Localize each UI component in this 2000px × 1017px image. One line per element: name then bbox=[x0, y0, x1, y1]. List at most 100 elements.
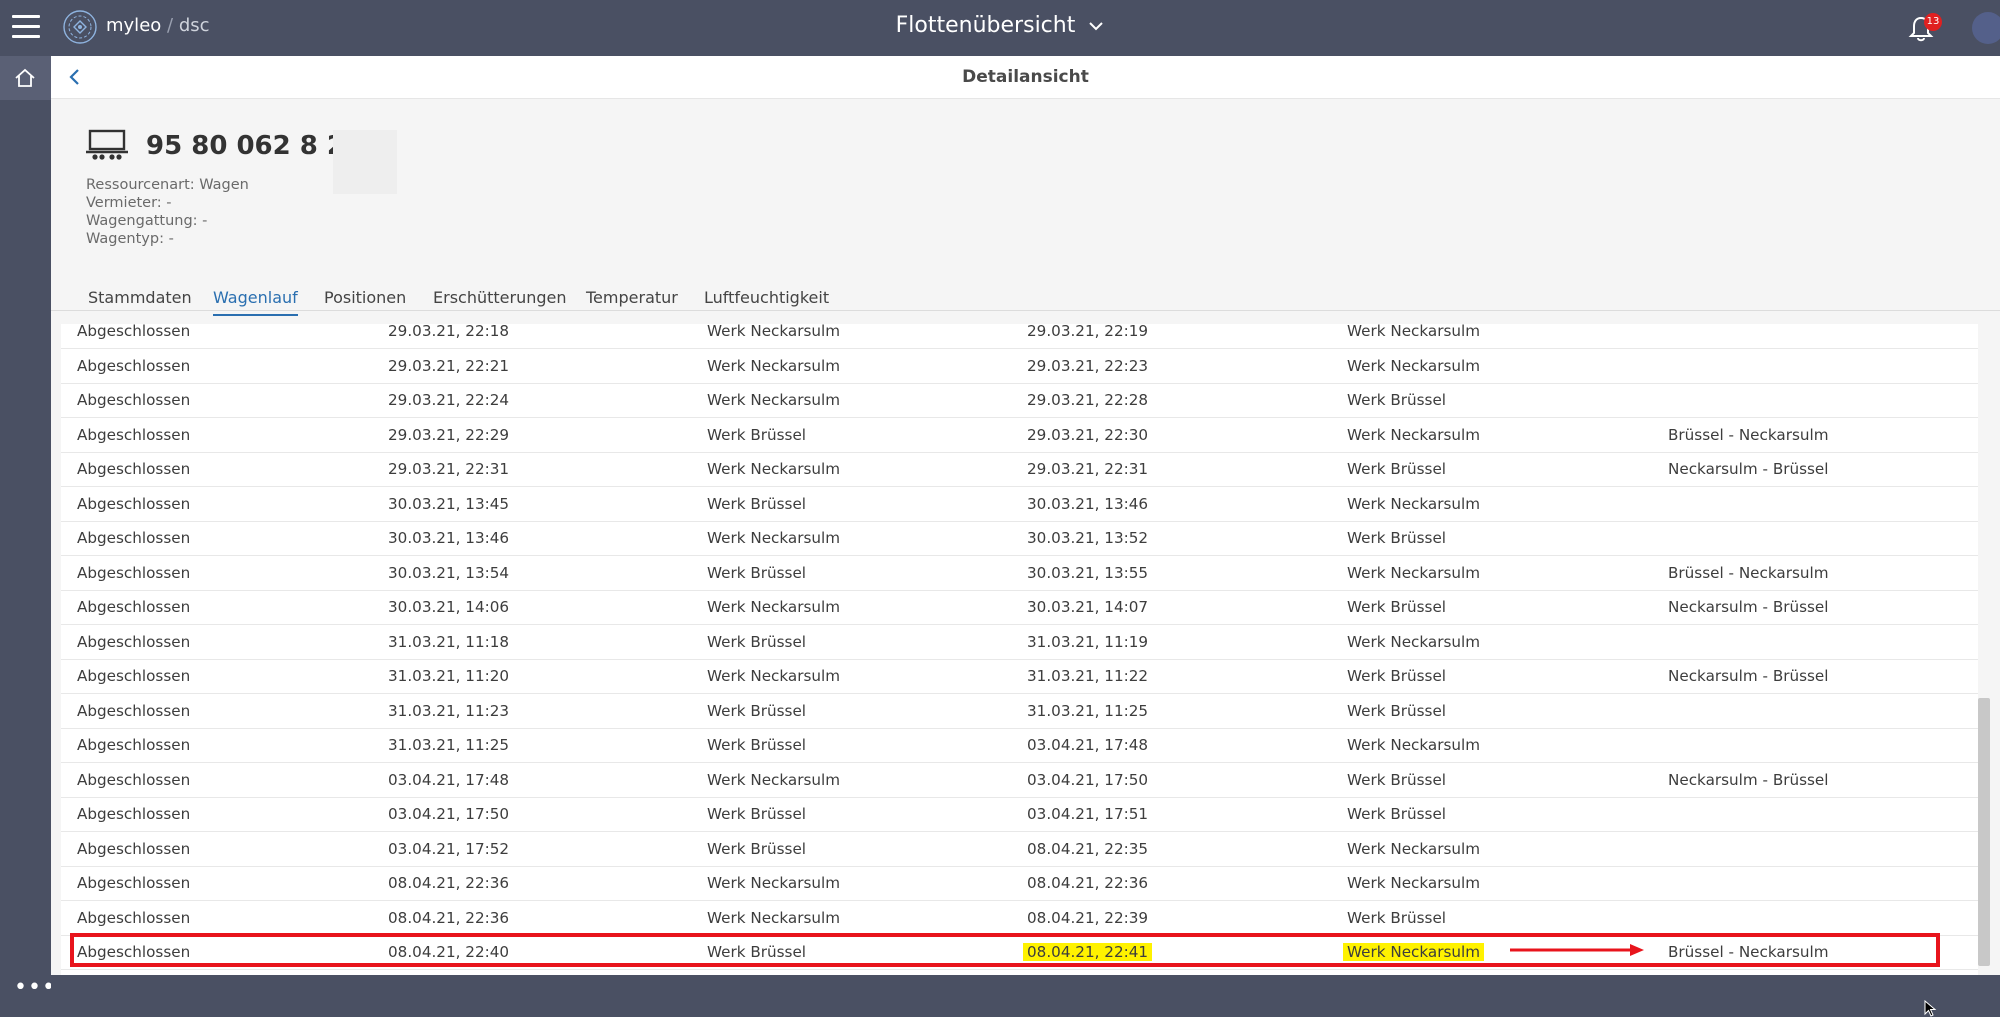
more-dots-icon[interactable]: ••• bbox=[14, 975, 56, 1000]
status-cell: Abgeschlossen bbox=[77, 667, 191, 685]
myleo-logo-icon[interactable] bbox=[62, 9, 98, 45]
end-time-cell: 29.03.21, 22:28 bbox=[1027, 391, 1149, 409]
resource-image-placeholder bbox=[333, 130, 397, 194]
end-location-cell: Werk Neckarsulm bbox=[1347, 736, 1481, 754]
table-scrollbar[interactable] bbox=[1978, 698, 1990, 966]
start-time-cell: 08.04.21, 22:40 bbox=[388, 943, 510, 961]
route-cell: Neckarsulm - Brüssel bbox=[1668, 598, 1829, 616]
end-location-cell: Werk Brüssel bbox=[1347, 529, 1447, 547]
brand: myleo / dsc bbox=[106, 15, 210, 36]
end-time-cell: 08.04.21, 22:35 bbox=[1027, 839, 1149, 858]
tab-stammdaten[interactable]: Stammdaten bbox=[88, 288, 192, 314]
end-location-cell: Werk Neckarsulm bbox=[1347, 324, 1481, 340]
start-location-cell: Werk Neckarsulm bbox=[707, 460, 841, 478]
chevron-down-icon bbox=[1089, 22, 1104, 31]
start-time-cell: 31.03.21, 11:23 bbox=[388, 701, 510, 720]
table-row[interactable]: Abgeschlossen 03.04.21, 17:48 Werk Neckars… bbox=[61, 763, 1978, 798]
status-cell: Abgeschlossen bbox=[77, 908, 191, 927]
brand-product: dsc bbox=[178, 15, 210, 36]
tab-temperatur[interactable]: Temperatur bbox=[586, 288, 678, 314]
status-cell: Abgeschlossen bbox=[77, 839, 191, 858]
brand-separator: / bbox=[167, 15, 174, 36]
start-time-cell: 08.04.21, 22:36 bbox=[388, 874, 510, 892]
start-time-cell: 29.03.21, 22:18 bbox=[388, 324, 510, 340]
hamburger-icon[interactable] bbox=[12, 15, 40, 39]
table-row[interactable]: Abgeschlossen 29.03.21, 22:31 Werk Neckars… bbox=[61, 452, 1978, 487]
tab-wagenlauf[interactable]: Wagenlauf bbox=[213, 288, 298, 316]
notification-badge: 13 bbox=[1924, 13, 1942, 31]
wagenlauf-table: Abgeschlossen 29.03.21, 22:18 Werk Neckars… bbox=[61, 324, 1978, 975]
end-location-cell: Werk Brüssel bbox=[1347, 805, 1447, 823]
table-row[interactable]: Abgeschlossen 03.04.21, 17:52 Werk Brüssel… bbox=[61, 832, 1978, 867]
end-location-cell: Werk Neckarsulm bbox=[1347, 874, 1481, 892]
end-location-cell: Werk Neckarsulm bbox=[1347, 356, 1481, 375]
table-row[interactable]: Abgeschlossen 31.03.21, 11:20 Werk Neckars… bbox=[61, 659, 1978, 694]
end-location-cell: Werk Neckarsulm bbox=[1347, 425, 1481, 444]
start-time-cell: 30.03.21, 13:45 bbox=[388, 494, 510, 513]
end-location-cell: Werk Neckarsulm bbox=[1343, 943, 1485, 961]
route-cell: Brüssel - Neckarsulm bbox=[1668, 425, 1829, 444]
resource-meta: Ressourcenart: Wagen Vermieter: - Wageng… bbox=[86, 176, 249, 248]
tab-erschuetterungen[interactable]: Erschütterungen bbox=[433, 288, 567, 314]
table-row[interactable]: Abgeschlossen 29.03.21, 22:24 Werk Neckars… bbox=[61, 383, 1978, 418]
route-cell: Neckarsulm - Brüssel bbox=[1668, 770, 1829, 789]
table-row[interactable]: Abgeschlossen 30.03.21, 13:54 Werk Brüssel… bbox=[61, 556, 1978, 591]
end-time-cell: 29.03.21, 22:30 bbox=[1027, 425, 1149, 444]
avatar[interactable] bbox=[1972, 12, 2000, 44]
end-time-cell: 31.03.21, 11:22 bbox=[1027, 667, 1149, 685]
table-row[interactable]: Abgeschlossen 29.03.21, 22:18 Werk Neckars… bbox=[61, 324, 1978, 349]
table-row[interactable]: Abgeschlossen 08.04.21, 22:36 Werk Neckars… bbox=[61, 866, 1978, 901]
end-time-cell: 29.03.21, 22:31 bbox=[1027, 460, 1149, 478]
end-time-cell: 29.03.21, 22:23 bbox=[1027, 356, 1149, 375]
status-cell: Abgeschlossen bbox=[77, 632, 191, 651]
page-title: Detailansicht bbox=[962, 67, 1089, 87]
end-location-cell: Werk Brüssel bbox=[1347, 701, 1447, 720]
table-row[interactable]: Abgeschlossen 30.03.21, 13:45 Werk Brüssel… bbox=[61, 487, 1978, 522]
start-time-cell: 29.03.21, 22:21 bbox=[388, 356, 510, 375]
end-time-cell: 08.04.21, 22:39 bbox=[1027, 908, 1149, 927]
page-switcher-dropdown[interactable]: Flottenübersicht bbox=[896, 13, 1105, 38]
end-location-cell: Werk Brüssel bbox=[1347, 667, 1447, 685]
end-time-cell: 31.03.21, 11:25 bbox=[1027, 701, 1149, 720]
table-row[interactable]: Abgeschlossen 31.03.21, 11:18 Werk Brüssel… bbox=[61, 625, 1978, 660]
status-cell: Abgeschlossen bbox=[77, 460, 191, 478]
table-row[interactable]: Abgeschlossen 31.03.21, 11:25 Werk Brüssel… bbox=[61, 728, 1978, 763]
end-time-cell: 03.04.21, 17:51 bbox=[1027, 805, 1149, 823]
end-time-cell: 31.03.21, 11:19 bbox=[1027, 632, 1149, 651]
resource-wagon-type: Wagentyp: - bbox=[86, 231, 174, 247]
status-cell: Abgeschlossen bbox=[77, 874, 191, 892]
resource-lessor: Vermieter: - bbox=[86, 195, 172, 211]
table-row[interactable]: Abgeschlossen 03.04.21, 17:50 Werk Brüssel… bbox=[61, 797, 1978, 832]
route-cell: Brüssel - Neckarsulm bbox=[1668, 943, 1829, 961]
table-row[interactable]: Abgeschlossen 08.04.21, 22:40 Werk Brüssel… bbox=[61, 935, 1978, 970]
home-icon bbox=[15, 68, 35, 87]
start-location-cell: Werk Brüssel bbox=[707, 425, 807, 444]
home-button[interactable] bbox=[0, 56, 51, 100]
start-time-cell: 03.04.21, 17:52 bbox=[388, 839, 510, 858]
table-row[interactable]: Abgeschlossen 31.03.21, 11:23 Werk Brüssel… bbox=[61, 694, 1978, 729]
side-rail bbox=[0, 56, 51, 1017]
status-cell: Abgeschlossen bbox=[77, 736, 191, 754]
start-location-cell: Werk Brüssel bbox=[707, 943, 807, 961]
table-row[interactable]: Abgeschlossen 30.03.21, 13:46 Werk Neckars… bbox=[61, 521, 1978, 556]
tab-positionen[interactable]: Positionen bbox=[324, 288, 406, 314]
wagon-icon bbox=[86, 129, 128, 160]
status-cell: Abgeschlossen bbox=[77, 324, 191, 340]
end-location-cell: Werk Brüssel bbox=[1347, 770, 1447, 789]
start-location-cell: Werk Brüssel bbox=[707, 632, 807, 651]
table-row[interactable]: Abgeschlossen 29.03.21, 22:29 Werk Brüssel… bbox=[61, 418, 1978, 453]
sub-header: Detailansicht bbox=[51, 56, 2000, 99]
table-row[interactable]: Abgeschlossen 08.04.21, 22:36 Werk Neckars… bbox=[61, 901, 1978, 936]
end-location-cell: Werk Brüssel bbox=[1347, 391, 1447, 409]
table-row[interactable]: Abgeschlossen 30.03.21, 14:06 Werk Neckars… bbox=[61, 590, 1978, 625]
mouse-cursor-icon bbox=[1924, 1000, 1937, 1017]
table-row[interactable]: Abgeschlossen 29.03.21, 22:21 Werk Neckars… bbox=[61, 349, 1978, 384]
start-location-cell: Werk Neckarsulm bbox=[707, 324, 841, 340]
footer-bar bbox=[51, 975, 2000, 1017]
end-time-cell: 08.04.21, 22:36 bbox=[1027, 874, 1149, 892]
route-cell: Brüssel - Neckarsulm bbox=[1668, 563, 1829, 582]
tab-luftfeuchtigkeit[interactable]: Luftfeuchtigkeit bbox=[704, 288, 829, 314]
end-time-cell: 30.03.21, 14:07 bbox=[1027, 598, 1149, 616]
start-location-cell: Werk Neckarsulm bbox=[707, 874, 841, 892]
start-location-cell: Werk Neckarsulm bbox=[707, 391, 841, 409]
